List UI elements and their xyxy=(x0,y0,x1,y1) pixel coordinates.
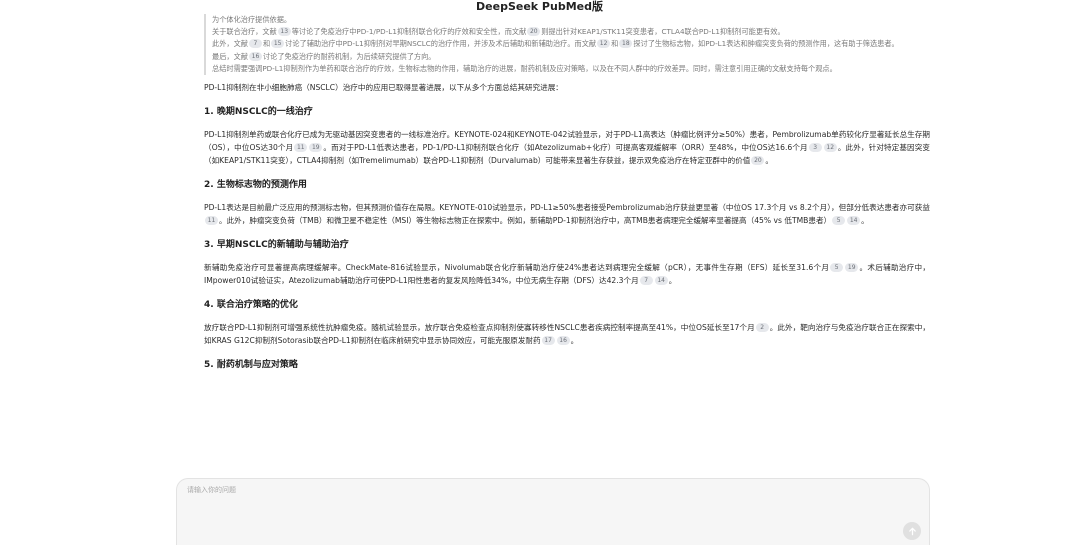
reasoning-text: 讨论了辅助治疗中PD-L1抑制剂对早期NSCLC的治疗作用，并涉及术后辅助和新辅… xyxy=(285,39,597,49)
reasoning-text: 此外，文献 xyxy=(212,39,248,49)
citation-badge[interactable]: 19 xyxy=(309,143,323,153)
citation-badge[interactable]: 20 xyxy=(527,27,541,37)
section-body: PD-L1表达是目前最广泛应用的预测标志物，但其预测价值存在局限。KEYNOTE… xyxy=(204,201,930,227)
section-text: 。 xyxy=(570,336,579,346)
citation-badge[interactable]: 7 xyxy=(248,39,262,49)
section-heading: 2. 生物标志物的预测作用 xyxy=(204,180,307,191)
reasoning-paragraph: 总结时需要强调PD-L1抑制剂作为单药和联合治疗的疗效，生物标志物的作用，辅助治… xyxy=(212,63,837,73)
section-text: 。 xyxy=(765,156,773,166)
section-heading: 3. 早期NSCLC的新辅助与辅助治疗 xyxy=(204,240,349,251)
section-text: 。此外，肿瘤突变负荷（TMB）和微卫星不稳定性（MSI）等生物标志物正在探索中。… xyxy=(219,216,832,226)
citation-badge[interactable]: 19 xyxy=(845,263,859,273)
chat-input-container xyxy=(176,478,930,545)
citation-badge[interactable]: 5 xyxy=(832,216,846,226)
reasoning-paragraph: 关于联合治疗，文献 13 等讨论了免疫治疗中PD-1/PD-L1抑制剂联合化疗的疗效… xyxy=(212,26,930,38)
app-title: DeepSeek PubMed版 xyxy=(0,0,1079,14)
citation-badge[interactable]: 13 xyxy=(277,27,291,37)
reasoning-block: 为个体化治疗提供依据。 关于联合治疗，文献 13 等讨论了免疫治疗中PD-1/PD-… xyxy=(204,14,930,76)
citation-badge[interactable]: 11 xyxy=(205,216,218,226)
citation-badge[interactable]: 3 xyxy=(808,143,822,153)
citation-badge[interactable]: 12 xyxy=(823,143,837,153)
reasoning-text: 和 xyxy=(262,39,271,49)
section-text: 新辅助免疫治疗可显著提高病理缓解率。CheckMate-816试验显示，Nivo… xyxy=(204,263,830,273)
chat-input[interactable] xyxy=(187,485,887,525)
section-text: PD-L1表达是目前最广泛应用的预测标志物，但其预测价值存在局限。KEYNOTE… xyxy=(204,203,930,213)
reasoning-text: 探讨了生物标志物，如PD-L1表达和肿瘤突变负荷的预测作用，这有助于筛选患者。 xyxy=(633,39,899,49)
section-text: 。 xyxy=(668,276,677,286)
citation-badge[interactable]: 16 xyxy=(248,51,262,61)
section-text: 。而对于PD-L1低表达患者，PD-1/PD-L1抑制剂联合化疗（如Atezol… xyxy=(323,143,808,153)
section-body: PD-L1抑制剂单药或联合化疗已成为无驱动基因突变患者的一线标准治疗。KEYNO… xyxy=(204,128,930,167)
reasoning-paragraph: 最后，文献 16 讨论了免疫治疗的耐药机制，为后续研究提供了方向。 xyxy=(212,51,930,63)
citation-badge[interactable]: 11 xyxy=(294,143,308,153)
send-button[interactable] xyxy=(903,522,921,540)
reasoning-text: 讨论了免疫治疗的耐药机制，为后续研究提供了方向。 xyxy=(262,51,436,61)
citation-badge[interactable]: 18 xyxy=(619,39,633,49)
citation-badge[interactable]: 12 xyxy=(597,39,611,49)
reasoning-text: 和 xyxy=(611,39,619,49)
reasoning-text: 最后，文献 xyxy=(212,51,248,61)
citation-badge[interactable]: 15 xyxy=(271,39,285,49)
reasoning-paragraph: 此外，文献 7 和 15 讨论了辅助治疗中PD-L1抑制剂对早期NSCLC的治疗作用，并… xyxy=(212,38,930,50)
citation-badge[interactable]: 17 xyxy=(541,336,555,346)
citation-badge[interactable]: 20 xyxy=(751,156,765,166)
section-text: 放疗联合PD-L1抑制剂可增强系统性抗肿瘤免疫。随机试验显示，放疗联合免疫检查点… xyxy=(204,323,755,333)
section-body: 放疗联合PD-L1抑制剂可增强系统性抗肿瘤免疫。随机试验显示，放疗联合免疫检查点… xyxy=(204,321,930,347)
citation-badge[interactable]: 2 xyxy=(755,323,769,333)
citation-badge[interactable]: 14 xyxy=(847,216,861,226)
reasoning-text: 关于联合治疗，文献 xyxy=(212,27,277,37)
section-heading: 4. 联合治疗策略的优化 xyxy=(204,300,298,311)
section-heading: 5. 耐药机制与应对策略 xyxy=(204,360,298,371)
answer-intro: PD-L1抑制剂在非小细胞肺癌（NSCLC）治疗中的应用已取得显著进展，以下从多… xyxy=(204,83,563,93)
reasoning-paragraph: 为个体化治疗提供依据。 xyxy=(212,15,292,24)
citation-badge[interactable]: 16 xyxy=(556,336,570,346)
section-body: 新辅助免疫治疗可显著提高病理缓解率。CheckMate-816试验显示，Nivo… xyxy=(204,261,930,287)
citation-badge[interactable]: 5 xyxy=(830,263,844,273)
citation-badge[interactable]: 7 xyxy=(639,276,653,286)
reasoning-text: 等讨论了免疫治疗中PD-1/PD-L1抑制剂联合化疗的疗效和安全性，而文献 xyxy=(291,27,527,37)
section-heading: 1. 晚期NSCLC的一线治疗 xyxy=(204,107,313,118)
citation-badge[interactable]: 14 xyxy=(654,276,668,286)
reasoning-text: 则提出针对KEAP1/STK11突变患者，CTLA4联合PD-L1抑制剂可能更有… xyxy=(541,27,785,37)
arrow-up-icon xyxy=(908,527,916,535)
section-text: 。 xyxy=(861,216,869,226)
chat-scroll-area[interactable]: 为个体化治疗提供依据。 关于联合治疗，文献 13 等讨论了免疫治疗中PD-1/PD-… xyxy=(204,14,930,472)
